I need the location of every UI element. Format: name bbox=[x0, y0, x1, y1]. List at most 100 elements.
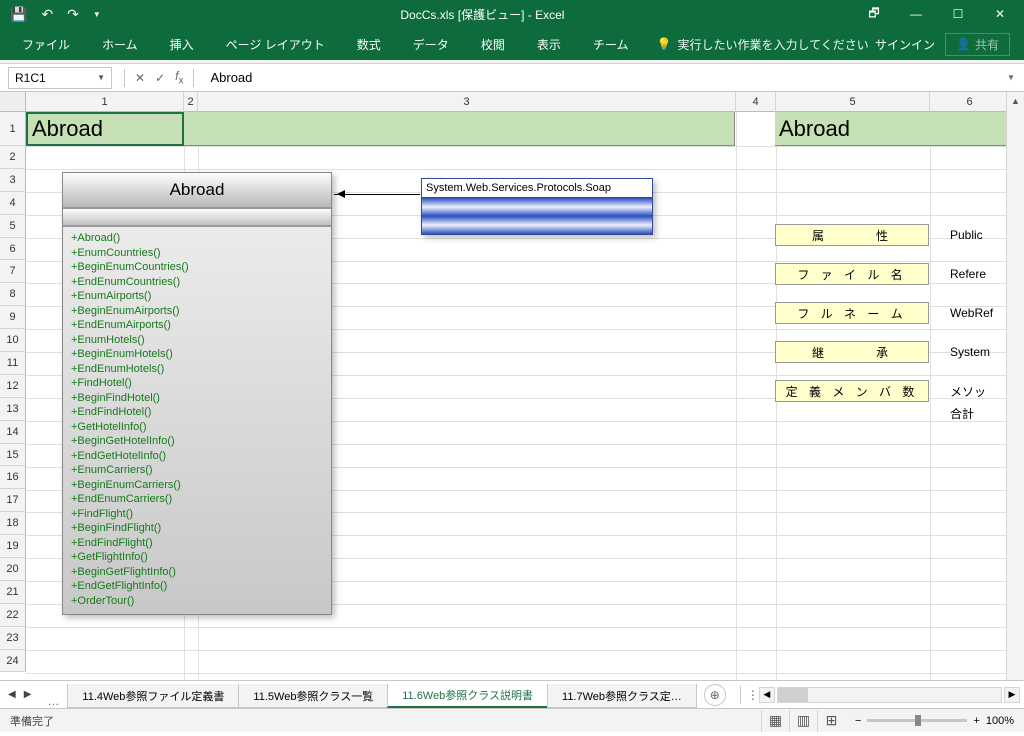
sheet-tab[interactable]: 11.6Web参照クラス説明書 bbox=[387, 684, 548, 708]
sheet-tab[interactable]: 11.4Web参照ファイル定義書 bbox=[67, 684, 239, 708]
scroll-thumb[interactable] bbox=[778, 688, 808, 702]
row-header[interactable]: 4 bbox=[0, 192, 26, 215]
horizontal-scrollbar[interactable]: ◀ ▶ bbox=[759, 687, 1024, 703]
class-member: +BeginEnumAirports() bbox=[71, 304, 323, 319]
col-header[interactable]: 3 bbox=[198, 92, 736, 112]
row-header[interactable]: 15 bbox=[0, 444, 26, 467]
undo-icon[interactable]: ↶ bbox=[41, 6, 53, 23]
row-header[interactable]: 10 bbox=[0, 329, 26, 352]
row-header[interactable]: 17 bbox=[0, 489, 26, 512]
cancel-icon[interactable]: ✕ bbox=[135, 71, 145, 85]
zoom-level[interactable]: 100% bbox=[986, 715, 1014, 727]
qat-dropdown-icon[interactable]: ▼ bbox=[93, 10, 101, 19]
class-member: +EndGetFlightInfo() bbox=[71, 579, 323, 594]
cell-merge-fill bbox=[184, 112, 735, 146]
class-member: +BeginGetFlightInfo() bbox=[71, 565, 323, 580]
row-header[interactable]: 22 bbox=[0, 604, 26, 627]
row-header[interactable]: 23 bbox=[0, 627, 26, 650]
row-header[interactable]: 5 bbox=[0, 215, 26, 238]
tab-insert[interactable]: 挿入 bbox=[154, 28, 210, 60]
save-icon[interactable]: 💾 bbox=[10, 6, 27, 23]
zoom-out-button[interactable]: − bbox=[855, 715, 861, 727]
row-header[interactable]: 21 bbox=[0, 581, 26, 604]
tab-team[interactable]: チーム bbox=[577, 28, 645, 60]
sheet-nav[interactable]: ◀ ▶ bbox=[0, 689, 39, 700]
row-header[interactable]: 2 bbox=[0, 146, 26, 169]
fx-icon[interactable]: fx bbox=[175, 69, 183, 86]
sheet-tab[interactable]: 11.5Web参照クラス一覧 bbox=[238, 684, 388, 708]
class-member: +BeginEnumCountries() bbox=[71, 260, 323, 275]
formula-expand-icon[interactable]: ▼ bbox=[1004, 73, 1024, 82]
row-header[interactable]: 14 bbox=[0, 421, 26, 444]
row-header[interactable]: 8 bbox=[0, 283, 26, 306]
base-class-box[interactable]: System.Web.Services.Protocols.Soap bbox=[421, 178, 653, 235]
signin-button[interactable]: サインイン bbox=[875, 36, 935, 53]
ribbon-tabs: ファイル ホーム 挿入 ページ レイアウト 数式 データ 校閲 表示 チーム 💡… bbox=[0, 28, 1024, 60]
property-value: Public bbox=[950, 224, 993, 246]
inheritance-arrow bbox=[334, 194, 420, 195]
col-header[interactable]: 5 bbox=[776, 92, 930, 112]
tab-data[interactable]: データ bbox=[397, 28, 465, 60]
col-header[interactable]: 4 bbox=[736, 92, 776, 112]
vertical-scrollbar[interactable]: ▲ bbox=[1006, 92, 1024, 680]
redo-icon[interactable]: ↷ bbox=[67, 6, 79, 23]
zoom-slider[interactable] bbox=[867, 719, 967, 722]
ribbon-display-icon[interactable]: 🗗 bbox=[854, 1, 894, 27]
sheet-tabs: … 11.4Web参照ファイル定義書11.5Web参照クラス一覧11.6Web参… bbox=[39, 681, 695, 708]
row-header[interactable]: 16 bbox=[0, 466, 26, 489]
row-header[interactable]: 11 bbox=[0, 352, 26, 375]
row-header[interactable]: 12 bbox=[0, 375, 26, 398]
view-page-break-icon[interactable]: ⊞ bbox=[817, 710, 845, 732]
tab-file[interactable]: ファイル bbox=[6, 28, 86, 60]
row-header[interactable]: 3 bbox=[0, 169, 26, 192]
formula-input[interactable]: Abroad bbox=[202, 70, 1004, 85]
zoom-knob[interactable] bbox=[915, 715, 921, 726]
row-header[interactable]: 6 bbox=[0, 238, 26, 261]
tab-review[interactable]: 校閲 bbox=[465, 28, 521, 60]
nav-prev-icon[interactable]: ◀ bbox=[8, 689, 16, 700]
scroll-track[interactable] bbox=[777, 687, 1002, 703]
tell-me[interactable]: 💡 実行したい作業を入力してください bbox=[656, 36, 868, 53]
tabs-overflow-icon[interactable]: … bbox=[39, 694, 67, 708]
view-page-layout-icon[interactable]: ▥ bbox=[789, 710, 817, 732]
tab-view[interactable]: 表示 bbox=[521, 28, 577, 60]
enter-icon[interactable]: ✓ bbox=[155, 71, 165, 85]
row-header[interactable]: 18 bbox=[0, 512, 26, 535]
close-icon[interactable]: ✕ bbox=[980, 1, 1020, 27]
name-box[interactable]: R1C1 ▼ bbox=[8, 67, 112, 89]
row-header[interactable]: 13 bbox=[0, 398, 26, 421]
tab-page-layout[interactable]: ページ レイアウト bbox=[210, 28, 341, 60]
scroll-right-icon[interactable]: ▶ bbox=[1004, 687, 1020, 703]
row-header[interactable]: 7 bbox=[0, 260, 26, 283]
share-button[interactable]: 👤 共有 bbox=[945, 33, 1010, 56]
window-title: DocCs.xls [保護ビュー] - Excel bbox=[111, 6, 854, 23]
nav-next-icon[interactable]: ▶ bbox=[24, 689, 32, 700]
cells[interactable]: Abroad Abroad Abroad +Abroad()+EnumCount… bbox=[26, 112, 1006, 680]
col-header[interactable]: 1 bbox=[26, 92, 184, 112]
add-sheet-button[interactable]: ⊕ bbox=[704, 684, 726, 706]
tab-formulas[interactable]: 数式 bbox=[341, 28, 397, 60]
tab-home[interactable]: ホーム bbox=[86, 28, 154, 60]
zoom-in-button[interactable]: + bbox=[973, 715, 979, 727]
row-header[interactable]: 9 bbox=[0, 306, 26, 329]
cell-r1c1[interactable]: Abroad bbox=[26, 112, 184, 146]
column-headers: 123456 bbox=[26, 92, 1010, 112]
class-diagram-box[interactable]: Abroad +Abroad()+EnumCountries()+BeginEn… bbox=[62, 172, 332, 615]
col-header[interactable]: 2 bbox=[184, 92, 198, 112]
scroll-up-icon[interactable]: ▲ bbox=[1007, 92, 1024, 110]
maximize-icon[interactable]: ☐ bbox=[938, 1, 978, 27]
col-header[interactable]: 6 bbox=[930, 92, 1010, 112]
row-header[interactable]: 19 bbox=[0, 535, 26, 558]
minimize-icon[interactable]: — bbox=[896, 1, 936, 27]
view-normal-icon[interactable]: ▦ bbox=[761, 710, 789, 732]
row-header[interactable]: 1 bbox=[0, 112, 26, 146]
scroll-left-icon[interactable]: ◀ bbox=[759, 687, 775, 703]
row-header[interactable]: 20 bbox=[0, 558, 26, 581]
cell-r1c5[interactable]: Abroad bbox=[775, 112, 1015, 146]
sheet-tab[interactable]: 11.7Web参照クラス定… bbox=[547, 684, 697, 708]
row-header[interactable]: 24 bbox=[0, 650, 26, 673]
select-all-corner[interactable] bbox=[0, 92, 26, 112]
class-member: +FindFlight() bbox=[71, 507, 323, 522]
chevron-down-icon[interactable]: ▼ bbox=[97, 73, 105, 82]
class-member: +BeginFindHotel() bbox=[71, 391, 323, 406]
